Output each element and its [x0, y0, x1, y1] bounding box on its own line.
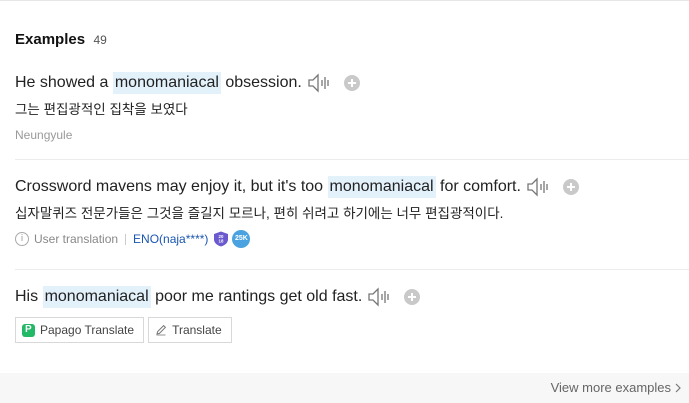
add-wordbook-icon[interactable] — [404, 289, 421, 305]
rank-badge: 25K — [232, 230, 251, 248]
shield-badge-year-bottom: 18 — [219, 239, 224, 244]
papago-translate-label: Papago Translate — [40, 323, 135, 337]
footer-bar: View more examples — [0, 373, 689, 403]
speaker-icon[interactable] — [527, 177, 551, 197]
info-icon[interactable]: i — [15, 232, 29, 246]
speaker-icon[interactable] — [368, 287, 392, 307]
add-wordbook-icon[interactable] — [343, 75, 360, 91]
top-divider — [0, 0, 689, 1]
pencil-icon — [156, 324, 167, 336]
user-link[interactable]: ENO(naja****) — [133, 232, 208, 246]
chevron-right-icon — [675, 383, 681, 392]
highlighted-word[interactable]: monomaniacal — [112, 72, 221, 94]
example-translation: 그는 편집광적인 집착을 보였다 — [15, 102, 188, 117]
translate-button[interactable]: Translate — [148, 317, 232, 343]
highlighted-word[interactable]: monomaniacal — [327, 176, 436, 198]
example-item: He showed a monomaniacal obsession. 그는 편… — [15, 72, 689, 142]
papago-translate-button[interactable]: Papago Translate — [15, 317, 145, 343]
example-translation: 십자말퀴즈 전문가들은 그것을 즐길지 모르나, 편히 쉬려고 하기에는 너무 … — [15, 206, 504, 221]
sentence-text: Crossword mavens may enjoy it, but it's … — [15, 178, 328, 195]
speaker-icon[interactable] — [308, 73, 332, 93]
sentence-text: He showed a — [15, 74, 113, 91]
section-title: Examples — [15, 31, 86, 48]
examples-count: 49 — [93, 33, 107, 47]
highlighted-word[interactable]: monomaniacal — [42, 286, 151, 308]
example-item: Crossword mavens may enjoy it, but it's … — [15, 176, 689, 248]
user-translation-label: User translation — [34, 232, 119, 246]
sentence-text: poor me rantings get old fast. — [150, 288, 363, 305]
sentence-text: obsession. — [220, 74, 302, 91]
example-sentence: Crossword mavens may enjoy it, but it's … — [15, 176, 689, 198]
papago-icon — [22, 323, 35, 337]
divider — [15, 159, 689, 160]
shield-badge-icon: 20 18 — [214, 231, 229, 247]
translation-meta: i User translation ENO(naja****) 20 18 2… — [15, 230, 689, 248]
sentence-text: His — [15, 288, 43, 305]
view-more-label: View more examples — [550, 380, 671, 395]
view-more-link[interactable]: View more examples — [551, 380, 681, 395]
example-sentence: He showed a monomaniacal obsession. — [15, 72, 689, 94]
divider — [15, 269, 689, 270]
translate-buttons: Papago Translate Translate — [15, 317, 689, 343]
examples-header: Examples 49 — [15, 31, 107, 49]
translate-label: Translate — [172, 323, 222, 337]
example-item: His monomaniacal poor me rantings get ol… — [15, 286, 689, 343]
example-sentence: His monomaniacal poor me rantings get ol… — [15, 286, 689, 308]
separator — [125, 233, 127, 245]
example-source[interactable]: Neungyule — [15, 128, 689, 142]
add-wordbook-icon[interactable] — [562, 179, 579, 195]
sentence-text: for comfort. — [435, 178, 521, 195]
